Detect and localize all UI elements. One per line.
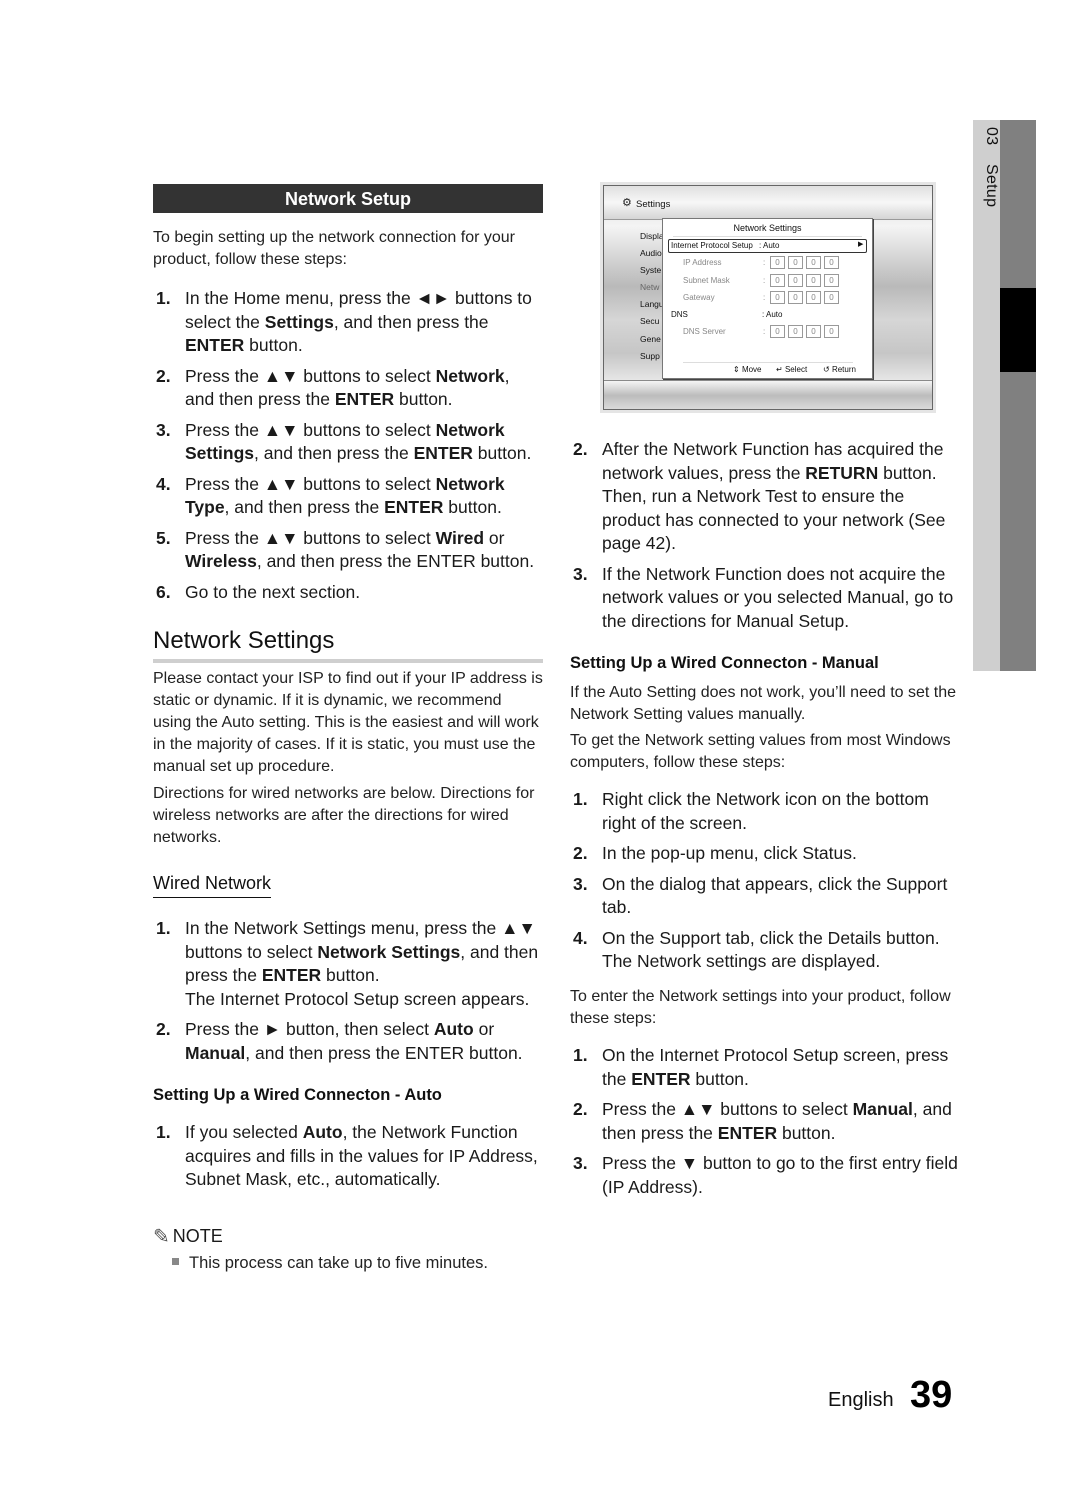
divider — [683, 362, 853, 363]
row-value: : Auto — [762, 310, 783, 319]
language-label: English — [828, 1389, 894, 1411]
list-item: 4. On the Support tab, click the Details … — [573, 927, 940, 972]
colon: : — [763, 258, 766, 267]
row-label: IP Address — [683, 258, 722, 267]
network-settings-para-2: Directions for wired networks are below.… — [153, 785, 535, 846]
colon: : — [763, 327, 766, 336]
screen-menu-item: Langu — [640, 299, 664, 309]
list-item: 1. In the Network Settings menu, press th… — [156, 918, 539, 1009]
square-bullet-icon — [172, 1258, 179, 1265]
heading-network-settings: Network Settings — [153, 626, 543, 663]
manual-para-1: If the Auto Setting does not work, you’l… — [570, 684, 957, 723]
screen-menu-item: Supp — [640, 351, 660, 361]
screen-menu-item: Gene — [640, 334, 661, 344]
row-label: Internet Protocol Setup — [671, 241, 753, 250]
setup-steps-list: 1. In the Home menu, press the ◄► buttons… — [153, 287, 543, 611]
enter-intro: To enter the Network settings into your … — [570, 988, 951, 1027]
heading-wired-manual: Setting Up a Wired Connecton - Manual — [570, 654, 879, 672]
octet-box: 0 — [788, 256, 803, 269]
octet-box: 0 — [770, 274, 785, 287]
chapter-tab-bar — [1000, 120, 1036, 671]
enter-icon: ↵ — [776, 365, 783, 374]
list-item: 3. On the dialog that appears, click the … — [573, 873, 948, 918]
return-hint: ↺ Return — [823, 365, 856, 374]
gear-icon: ⚙ — [622, 197, 632, 209]
octet-box: 0 — [806, 256, 821, 269]
page-number: 39 — [910, 1374, 953, 1416]
heading-wired-auto: Setting Up a Wired Connecton - Auto — [153, 1086, 442, 1104]
move-hint: ⇕ Move — [733, 365, 762, 374]
updown-icon: ⇕ — [733, 365, 740, 374]
return-icon: ↺ — [823, 365, 830, 374]
octet-box: 0 — [770, 256, 785, 269]
network-settings-para-1: Please contact your ISP to find out if y… — [153, 670, 543, 775]
screen-menu-item: Syste — [640, 265, 662, 275]
list-item: 2. Press the ▲▼ buttons to select Network… — [156, 365, 510, 410]
popup-title: Network Settings — [733, 223, 802, 233]
octet-box: 0 — [806, 325, 821, 338]
list-item: 2. Press the ▲▼ buttons to select Manual,… — [573, 1099, 952, 1143]
octet-box: 0 — [770, 325, 785, 338]
list-item: 3. Press the ▲▼ buttons to select Network… — [156, 419, 532, 464]
octet-box: 0 — [788, 291, 803, 304]
octet-box: 0 — [824, 291, 839, 304]
row-value: : Auto — [759, 241, 780, 250]
screen-menu-item: Displa — [640, 231, 664, 241]
list-item: 1. If you selected Auto, the Network Func… — [156, 1122, 538, 1189]
octet-box: 0 — [824, 325, 839, 338]
list-item: 3. If the Network Function does not acqui… — [573, 563, 954, 631]
intro-text: To begin setting up the network connecti… — [153, 229, 515, 268]
arrow-right-icon: ▶ — [858, 241, 864, 248]
list-item: 1. On the Internet Protocol Setup screen,… — [573, 1045, 949, 1089]
divider — [673, 236, 862, 237]
note-label: NOTE — [172, 1226, 223, 1246]
screen-footer-bar — [604, 380, 932, 409]
chapter-tab-label: 03 Setup — [974, 127, 1000, 247]
chapter-number: 03 — [983, 127, 1000, 146]
row-label: Gateway — [683, 293, 715, 302]
pencil-note-icon: ✎ — [153, 1226, 170, 1248]
screen-menu-item: Secu — [640, 316, 660, 326]
list-item: 2. Press the ► button, then select Auto o… — [156, 1019, 523, 1063]
auto-steps-list: 1. If you selected Auto, the Network Func… — [153, 1121, 543, 1199]
screen-menu-item: Audio — [640, 248, 662, 258]
screen-menu-item: Netw — [640, 282, 660, 292]
list-item: 6. Go to the next section. — [156, 581, 361, 602]
enter-steps-list: 1. On the Internet Protocol Setup screen,… — [570, 1044, 960, 1206]
list-item: 4. Press the ▲▼ buttons to select Network… — [156, 473, 505, 518]
wired-steps-list: 1. In the Network Settings menu, press th… — [153, 917, 543, 1072]
row-label: Subnet Mask — [683, 276, 730, 285]
note-item: This process can take up to five minutes… — [172, 1252, 488, 1274]
octet-box: 0 — [788, 274, 803, 287]
octet-box: 0 — [824, 256, 839, 269]
note-heading: ✎ NOTE — [153, 1224, 223, 1249]
octet-box: 0 — [806, 291, 821, 304]
settings-screen-image: ⚙ Settings Displa Audio Syste Netw Langu… — [603, 185, 933, 410]
list-item: 3. Press the ▼ button to go to the first … — [573, 1153, 958, 1197]
octet-box: 0 — [770, 291, 785, 304]
chapter-tab-marker — [1000, 288, 1036, 372]
select-hint: ↵ Select — [776, 365, 808, 374]
windows-steps-list: 1. Right click the Network icon on the bo… — [570, 788, 960, 981]
row-label: DNS — [671, 310, 688, 319]
screen-title: Settings — [636, 199, 671, 210]
octet-box: 0 — [824, 274, 839, 287]
heading-wired-network: Wired Network — [153, 873, 272, 898]
manual-para-2: To get the Network setting values from m… — [570, 732, 951, 771]
list-item: 1. In the Home menu, press the ◄► buttons… — [156, 288, 532, 355]
list-item: 2. After the Network Function has acquire… — [573, 439, 946, 553]
list-item: 5. Press the ▲▼ buttons to select Wired o… — [156, 527, 535, 572]
colon: : — [763, 293, 766, 302]
auto-steps-continued: 2. After the Network Function has acquire… — [570, 438, 960, 640]
section-header-network-setup: Network Setup — [153, 184, 543, 213]
list-item: 2. In the pop-up menu, click Status. — [573, 843, 857, 863]
row-label: DNS Server — [683, 327, 726, 336]
chapter-title: Setup — [983, 164, 1000, 208]
list-item: 1. Right click the Network icon on the bo… — [573, 789, 929, 833]
colon: : — [763, 276, 766, 285]
network-settings-popup: Network Settings Internet Protocol Setup… — [662, 218, 873, 379]
octet-box: 0 — [806, 274, 821, 287]
octet-box: 0 — [788, 325, 803, 338]
